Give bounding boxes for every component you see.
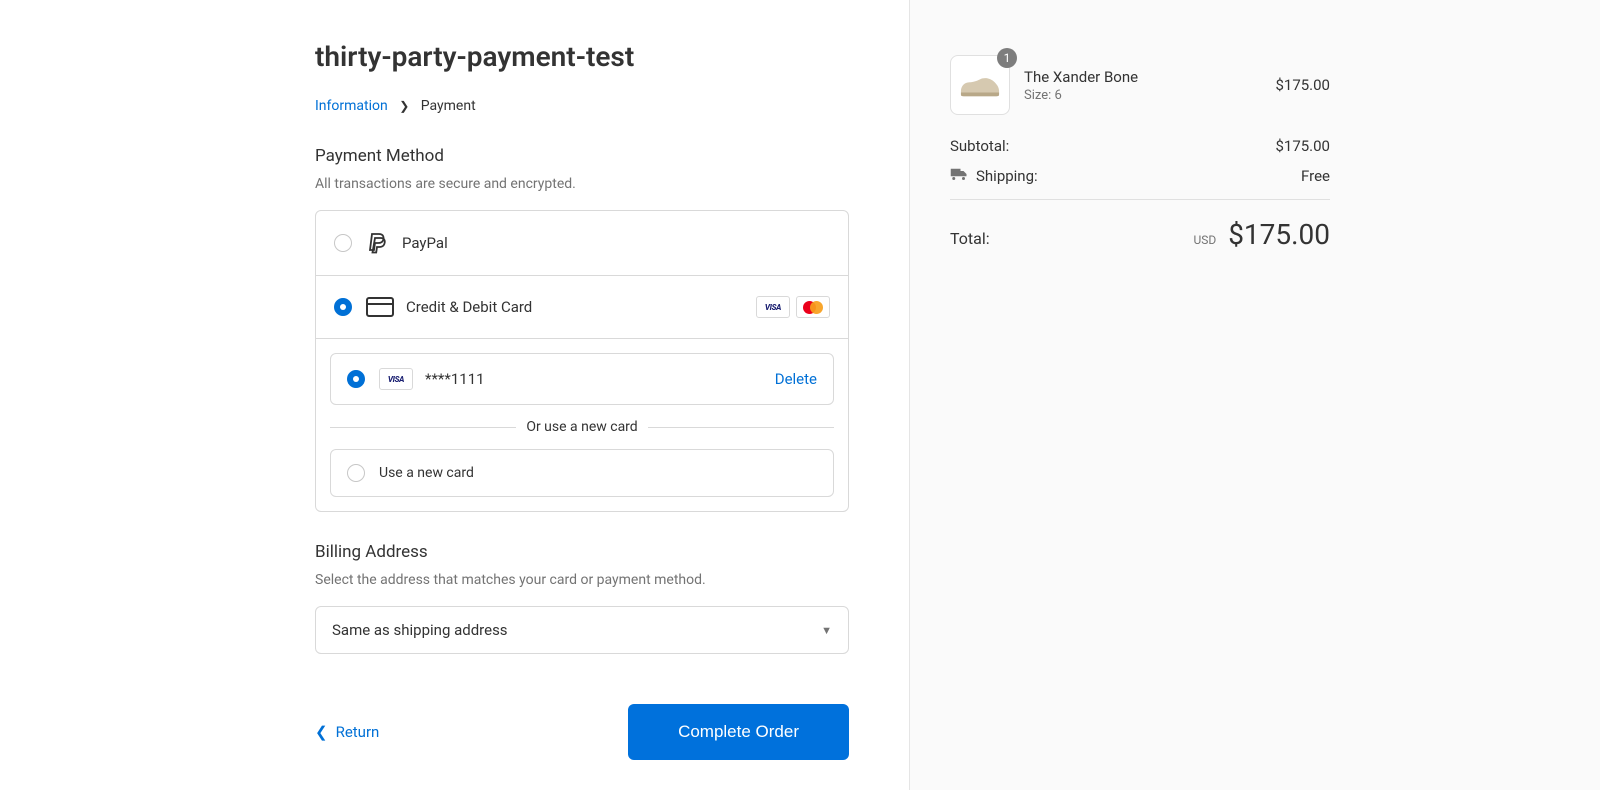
chevron-right-icon: ❯ bbox=[399, 99, 409, 113]
item-info: The Xander Bone Size: 6 bbox=[1024, 68, 1138, 103]
saved-card-mask: ****1111 bbox=[425, 370, 485, 388]
product-name: The Xander Bone bbox=[1024, 68, 1138, 86]
product-thumbnail: 1 bbox=[950, 55, 1010, 115]
card-expand-area: VISA ****1111 Delete Or use a new card U… bbox=[316, 338, 848, 511]
paypal-icon bbox=[366, 231, 390, 255]
card-divider: Or use a new card bbox=[330, 419, 834, 435]
shoe-icon bbox=[958, 72, 1002, 98]
divider-text: Or use a new card bbox=[516, 419, 647, 435]
subtotal-label: Subtotal: bbox=[950, 137, 1009, 155]
breadcrumb: Information ❯ Payment bbox=[315, 98, 849, 114]
shipping-row: Shipping: Free bbox=[950, 167, 1330, 185]
billing-subtitle: Select the address that matches your car… bbox=[315, 572, 849, 588]
radio-new-card[interactable] bbox=[347, 464, 365, 482]
visa-icon: VISA bbox=[756, 296, 790, 318]
new-card-option[interactable]: Use a new card bbox=[330, 449, 834, 497]
saved-card-option[interactable]: VISA ****1111 Delete bbox=[330, 353, 834, 405]
credit-card-label: Credit & Debit Card bbox=[406, 298, 532, 316]
visa-icon: VISA bbox=[379, 368, 413, 390]
shipping-value: Free bbox=[1301, 167, 1330, 185]
caret-down-icon: ▼ bbox=[821, 624, 832, 637]
new-card-label: Use a new card bbox=[379, 465, 474, 481]
payment-option-card[interactable]: Credit & Debit Card VISA bbox=[316, 275, 848, 338]
radio-paypal[interactable] bbox=[334, 234, 352, 252]
product-variant: Size: 6 bbox=[1024, 88, 1138, 103]
order-summary: 1 The Xander Bone Size: 6 $175.00 Subtot… bbox=[910, 0, 1600, 790]
truck-icon bbox=[950, 167, 968, 185]
cart-item: 1 The Xander Bone Size: 6 $175.00 bbox=[950, 55, 1330, 115]
payment-method-title: Payment Method bbox=[315, 146, 849, 166]
subtotal-row: Subtotal: $175.00 bbox=[950, 137, 1330, 155]
breadcrumb-information[interactable]: Information bbox=[315, 98, 388, 114]
total-currency: USD bbox=[1193, 233, 1216, 247]
total-label: Total: bbox=[950, 229, 990, 248]
total-row: Total: USD $175.00 bbox=[950, 218, 1330, 251]
complete-order-button[interactable]: Complete Order bbox=[628, 704, 849, 760]
checkout-main: thirty-party-payment-test Information ❯ … bbox=[0, 0, 910, 790]
radio-saved-card[interactable] bbox=[347, 370, 365, 388]
paypal-label: PayPal bbox=[402, 234, 448, 252]
delete-card-link[interactable]: Delete bbox=[775, 370, 817, 388]
return-link[interactable]: ❮ Return bbox=[315, 723, 379, 741]
breadcrumb-payment: Payment bbox=[421, 98, 476, 114]
shipping-label: Shipping: bbox=[976, 167, 1038, 185]
payment-methods-panel: PayPal Credit & Debit Card VISA VISA ***… bbox=[315, 210, 849, 512]
chevron-left-icon: ❮ bbox=[315, 723, 328, 741]
payment-method-subtitle: All transactions are secure and encrypte… bbox=[315, 176, 849, 192]
billing-title: Billing Address bbox=[315, 542, 849, 562]
summary-divider bbox=[950, 199, 1330, 200]
billing-address-select[interactable]: Same as shipping address ▼ bbox=[315, 606, 849, 654]
total-amount: $175.00 bbox=[1228, 218, 1330, 251]
mastercard-icon bbox=[796, 296, 830, 318]
product-price: $175.00 bbox=[1275, 76, 1330, 94]
payment-option-paypal[interactable]: PayPal bbox=[316, 211, 848, 275]
qty-badge: 1 bbox=[997, 48, 1017, 68]
billing-selected-value: Same as shipping address bbox=[332, 621, 508, 639]
subtotal-value: $175.00 bbox=[1275, 137, 1330, 155]
footer-actions: ❮ Return Complete Order bbox=[315, 704, 849, 760]
page-title: thirty-party-payment-test bbox=[315, 40, 849, 73]
return-label: Return bbox=[336, 723, 380, 741]
credit-card-icon bbox=[366, 297, 394, 317]
radio-card[interactable] bbox=[334, 298, 352, 316]
